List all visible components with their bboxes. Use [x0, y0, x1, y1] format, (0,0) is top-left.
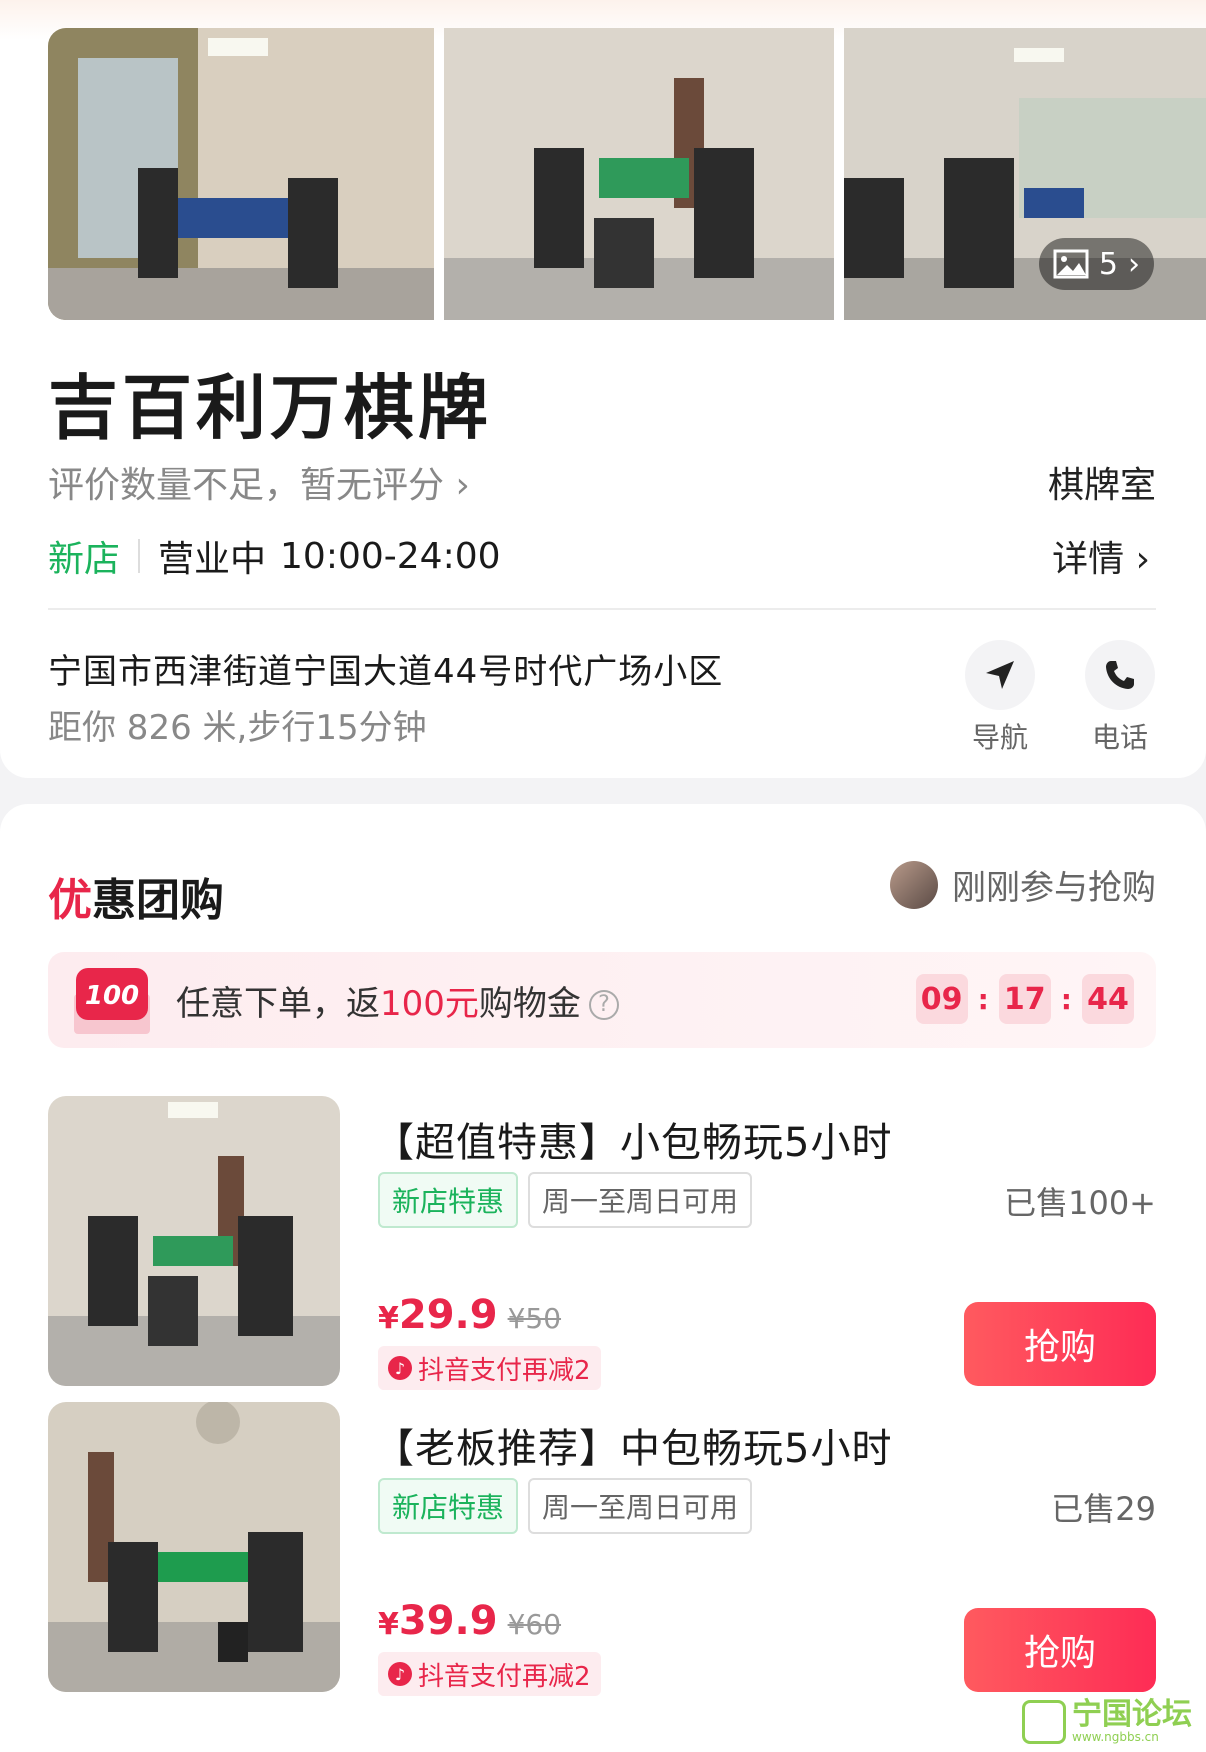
chevron-right-icon: ›: [455, 465, 470, 506]
sold-count: 已售29: [1051, 1490, 1156, 1528]
buy-button[interactable]: 抢购: [964, 1608, 1156, 1692]
deal-tags: 新店特惠 周一至周日可用: [378, 1478, 753, 1534]
deal-price: ¥29.9 ¥50: [378, 1292, 562, 1338]
group-deals-card: 优惠团购 刚刚参与抢购 100 任意下单，返100元购物金? 09 : 17 :…: [0, 804, 1206, 1752]
business-hours: 10:00-24:00: [280, 535, 501, 577]
douyin-pay-discount: ♪ 抖音支付再减2: [378, 1346, 601, 1390]
watermark-url: www.ngbbs.cn: [1072, 1730, 1159, 1744]
countdown-seconds: 44: [1082, 974, 1134, 1024]
gallery-photo-2[interactable]: [444, 28, 834, 320]
tag-availability: 周一至周日可用: [528, 1172, 753, 1228]
forum-watermark: 宁国论坛 www.ngbbs.cn: [1022, 1700, 1192, 1744]
shop-name: 吉百利万棋牌: [48, 367, 492, 449]
promo-text: 任意下单，返100元购物金?: [176, 976, 619, 1025]
cashback-promo-banner[interactable]: 100 任意下单，返100元购物金? 09 : 17 : 44: [48, 952, 1156, 1048]
deal-card[interactable]: 【老板推荐】中包畅玩5小时 新店特惠 周一至周日可用 已售29 ¥39.9 ¥60…: [48, 1402, 1156, 1696]
new-shop-label: 新店: [48, 539, 121, 580]
navigate-label: 导航: [971, 721, 1028, 754]
gallery-photo-3[interactable]: 5 ›: [844, 28, 1206, 320]
chevron-right-icon: ›: [1135, 539, 1150, 580]
deal-title: 【超值特惠】小包畅玩5小时: [374, 1120, 893, 1166]
open-status: 营业中: [158, 539, 267, 580]
tag-new-shop-offer: 新店特惠: [378, 1172, 519, 1228]
tag-new-shop-offer: 新店特惠: [378, 1478, 519, 1534]
avatar: [890, 860, 938, 909]
rating-text: 评价数量不足，暂无评分: [48, 465, 445, 506]
image-icon: [1053, 249, 1089, 279]
deal-tags: 新店特惠 周一至周日可用: [378, 1172, 753, 1228]
chevron-right-icon: ›: [1128, 246, 1140, 282]
tag-availability: 周一至周日可用: [528, 1478, 753, 1534]
deal-image[interactable]: [48, 1096, 340, 1386]
gallery-photo-1[interactable]: [48, 28, 434, 320]
countdown-hours: 09: [915, 974, 968, 1024]
promo-badge-value: 100: [85, 981, 139, 1011]
deal-card[interactable]: 【超值特惠】小包畅玩5小时 新店特惠 周一至周日可用 已售100+ ¥29.9 ¥…: [48, 1096, 1156, 1390]
detail-link[interactable]: 详情 ›: [1052, 530, 1150, 582]
section-title: 优惠团购: [48, 875, 224, 926]
deal-price: ¥39.9 ¥60: [378, 1598, 562, 1644]
douyin-icon: ♪: [388, 1356, 412, 1380]
navigate-button[interactable]: 导航: [960, 640, 1040, 756]
rating-link[interactable]: 评价数量不足，暂无评分 ›: [48, 456, 470, 508]
forum-logo-icon: [1022, 1700, 1066, 1744]
recent-purchase-text: 刚刚参与抢购: [952, 868, 1156, 908]
help-icon[interactable]: ?: [588, 990, 619, 1020]
watermark-text: 宁国论坛: [1072, 1697, 1192, 1732]
buy-button[interactable]: 抢购: [964, 1302, 1156, 1386]
photo-count-badge[interactable]: 5 ›: [1038, 238, 1154, 290]
photo-count: 5: [1098, 246, 1118, 282]
distance-text: 距你 826 米,步行15分钟: [48, 708, 427, 748]
countdown-timer: 09 : 17 : 44: [915, 974, 1134, 1024]
navigation-arrow-icon: [965, 640, 1035, 710]
call-button[interactable]: 电话: [1080, 640, 1160, 756]
shop-header-card: 5 › 吉百利万棋牌 评价数量不足，暂无评分 › 棋牌室 新店 营业中 10:0…: [0, 0, 1206, 778]
douyin-pay-discount: ♪ 抖音支付再减2: [378, 1652, 601, 1696]
original-price: ¥60: [507, 1608, 562, 1641]
sold-count: 已售100+: [1004, 1184, 1156, 1222]
call-label: 电话: [1091, 721, 1148, 754]
business-status: 新店 营业中 10:00-24:00: [48, 530, 501, 582]
phone-icon: [1085, 640, 1155, 710]
recent-purchase-indicator: 刚刚参与抢购: [890, 860, 1156, 909]
divider: [48, 608, 1156, 610]
original-price: ¥50: [507, 1302, 562, 1335]
divider: [138, 539, 141, 573]
douyin-icon: ♪: [388, 1662, 412, 1686]
detail-label: 详情: [1052, 539, 1125, 580]
deal-title: 【老板推荐】中包畅玩5小时: [374, 1426, 893, 1472]
deal-image[interactable]: [48, 1402, 340, 1692]
photo-gallery[interactable]: 5 ›: [48, 28, 1206, 320]
shop-address[interactable]: 宁国市西津街道宁国大道44号时代广场小区: [48, 644, 723, 693]
red-envelope-icon: 100: [70, 964, 154, 1036]
countdown-minutes: 17: [998, 974, 1051, 1024]
shop-category: 棋牌室: [1047, 465, 1156, 506]
